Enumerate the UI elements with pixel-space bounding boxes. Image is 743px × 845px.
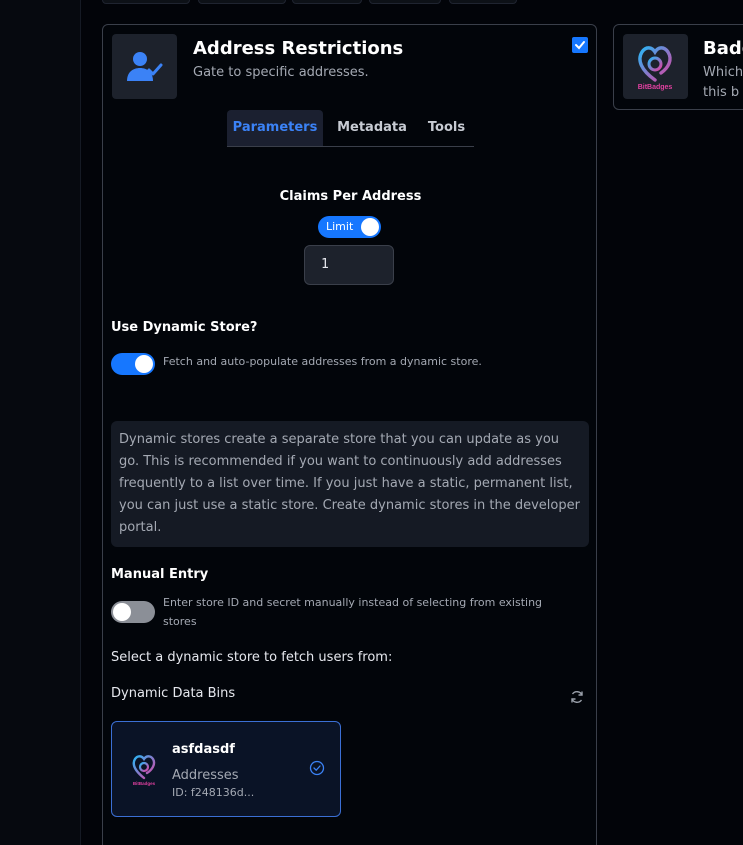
claims-number-input[interactable]: 1 xyxy=(304,245,394,285)
top-tab-1[interactable] xyxy=(102,0,190,4)
select-store-prompt: Select a dynamic store to fetch users fr… xyxy=(111,650,393,665)
manual-entry-description-line-2: stores xyxy=(163,615,197,628)
dynamic-store-info-box: Dynamic stores create a separate store t… xyxy=(111,421,589,547)
side-card-subtitle-line-1: Which xyxy=(703,65,743,80)
dynamic-store-switch[interactable] xyxy=(111,353,155,375)
tab-bar: Parameters Metadata Tools xyxy=(227,110,474,147)
top-tab-4[interactable] xyxy=(369,0,441,4)
bin-id: ID: f248136d... xyxy=(172,786,255,799)
refresh-icon[interactable] xyxy=(569,689,585,705)
dynamic-data-bins-heading: Dynamic Data Bins xyxy=(111,686,236,701)
claims-per-address-label: Claims Per Address xyxy=(279,189,422,204)
manual-entry-label: Manual Entry xyxy=(111,567,209,582)
switch-knob xyxy=(113,603,131,621)
tab-parameters[interactable]: Parameters xyxy=(227,110,323,146)
toggle-knob xyxy=(361,218,379,236)
bitbadges-logo-icon: BitBadges xyxy=(132,755,156,786)
tab-tools[interactable]: Tools xyxy=(419,110,474,146)
left-sidebar xyxy=(0,0,81,845)
badges-card[interactable]: BitBadges Badg Which this b xyxy=(613,24,743,110)
address-restrictions-card: Address Restrictions Gate to specific ad… xyxy=(102,24,597,845)
use-dynamic-store-label: Use Dynamic Store? xyxy=(111,320,258,335)
tab-metadata[interactable]: Metadata xyxy=(329,110,415,146)
limit-toggle[interactable]: Limit xyxy=(318,216,381,238)
side-card-subtitle-line-2: this b xyxy=(703,85,740,100)
top-tab-5[interactable] xyxy=(449,0,517,4)
top-tab-3[interactable] xyxy=(292,0,362,4)
user-check-icon xyxy=(112,34,177,99)
limit-toggle-label: Limit xyxy=(326,220,354,233)
card-select-checkbox[interactable] xyxy=(572,37,588,53)
bin-name: asfdasdf xyxy=(172,742,235,757)
bitbadges-logo-icon: BitBadges xyxy=(623,34,688,99)
side-card-title: Badg xyxy=(703,38,743,59)
switch-knob xyxy=(135,355,153,373)
card-subtitle: Gate to specific addresses. xyxy=(193,65,369,80)
checkmark-icon xyxy=(575,41,585,50)
manual-entry-description-line-1: Enter store ID and secret manually inste… xyxy=(163,596,543,609)
bin-type: Addresses xyxy=(172,768,239,783)
dynamic-bin-card[interactable]: BitBadges asfdasdf Addresses ID: f248136… xyxy=(111,721,341,817)
svg-text:BitBadges: BitBadges xyxy=(133,781,156,786)
side-card-subtitle: Which this b xyxy=(703,63,743,103)
dynamic-store-description: Fetch and auto-populate addresses from a… xyxy=(163,355,482,368)
top-tab-2[interactable] xyxy=(198,0,286,4)
check-circle-icon xyxy=(309,760,325,776)
card-title: Address Restrictions xyxy=(193,38,404,59)
manual-entry-switch[interactable] xyxy=(111,601,155,623)
manual-entry-description: Enter store ID and secret manually inste… xyxy=(163,593,542,631)
side-card-logo-text: BitBadges xyxy=(638,84,673,91)
